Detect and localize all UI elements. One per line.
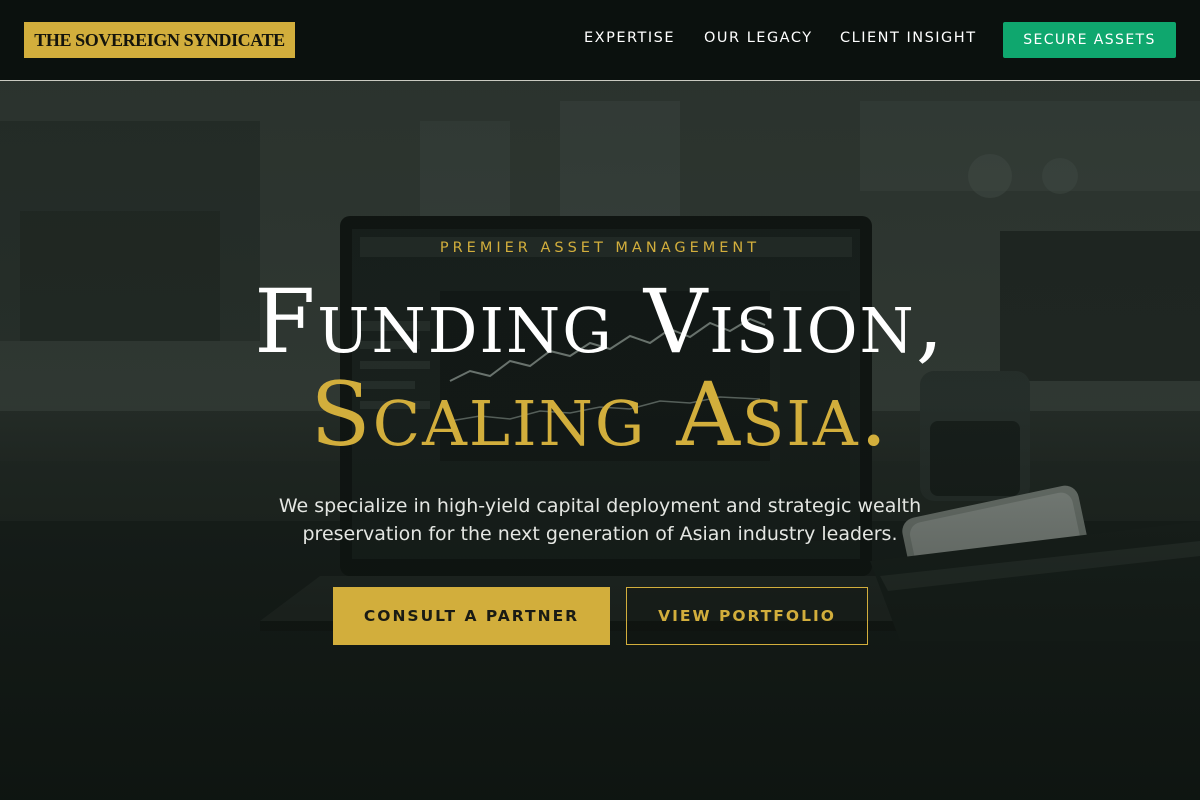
hero-eyebrow: PREMIER ASSET MANAGEMENT <box>439 240 761 256</box>
hero-headline-line-1: Funding Vision, <box>254 270 946 373</box>
nav-link-our-legacy[interactable]: OUR LEGACY <box>704 30 813 50</box>
view-portfolio-button[interactable]: VIEW PORTFOLIO <box>626 587 868 645</box>
nav-link-expertise[interactable]: EXPERTISE <box>584 30 675 50</box>
brand-logo[interactable]: THE SOVEREIGN SYNDICATE <box>24 22 295 58</box>
secure-assets-button[interactable]: SECURE ASSETS <box>1003 22 1176 58</box>
hero-headline-line-2: Scaling Asia. <box>310 363 890 466</box>
consult-partner-button[interactable]: CONSULT A PARTNER <box>333 587 610 645</box>
nav-link-client-insight[interactable]: CLIENT INSIGHT <box>840 30 977 50</box>
top-navigation-bar: THE SOVEREIGN SYNDICATE EXPERTISE OUR LE… <box>0 0 1200 81</box>
hero-subtitle: We specialize in high-yield capital depl… <box>278 495 922 545</box>
